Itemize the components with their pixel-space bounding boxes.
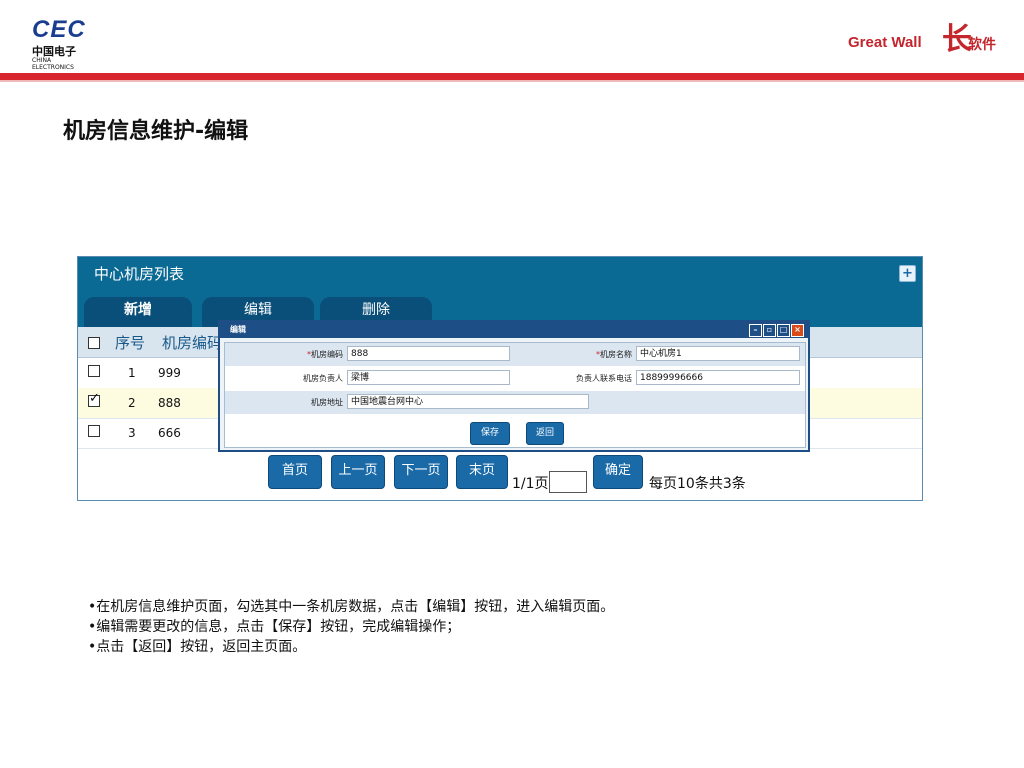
minimize-icon[interactable]: – <box>749 324 762 337</box>
cec-logo-en: CHINA ELECTRONICS <box>32 57 74 71</box>
row-code: 999 <box>158 366 181 380</box>
page-number-input[interactable] <box>549 471 587 493</box>
header-divider-shadow <box>0 80 1024 82</box>
dialog-title: 编辑 <box>230 325 246 334</box>
maximize-icon[interactable]: □ <box>777 324 790 337</box>
add-button[interactable]: 新增 <box>84 297 192 327</box>
manager-label: 机房负责人 <box>303 374 343 383</box>
page-info: 1/1页 <box>512 476 549 492</box>
row-checkbox[interactable] <box>88 365 100 377</box>
row-index: 3 <box>128 426 136 440</box>
code-field[interactable]: 888 <box>347 346 510 361</box>
code-label: *机房编码 <box>307 350 343 359</box>
row-code: 888 <box>158 396 181 410</box>
note-line: •在机房信息维护页面，勾选其中一条机房数据，点击【编辑】按钮，进入编辑页面。 <box>88 599 615 615</box>
form-row: 机房地址 中国地震台网中心 <box>225 391 805 414</box>
instruction-notes: •在机房信息维护页面，勾选其中一条机房数据，点击【编辑】按钮，进入编辑页面。 •… <box>88 597 614 657</box>
name-field[interactable]: 中心机房1 <box>636 346 800 361</box>
expand-icon[interactable]: + <box>899 265 916 282</box>
row-index: 2 <box>128 396 136 410</box>
back-button[interactable]: 返回 <box>526 422 564 445</box>
form-row: 机房负责人 梁博 负责人联系电话 18899996666 <box>225 367 805 390</box>
first-page-button[interactable]: 首页 <box>268 455 322 489</box>
edit-dialog: 编辑 – ▫ □ × *机房编码 888 *机房名称 中心机房1 机房负责人 梁… <box>218 320 810 452</box>
save-button[interactable]: 保存 <box>470 422 510 445</box>
next-page-button[interactable]: 下一页 <box>394 455 448 489</box>
header-divider <box>0 73 1024 80</box>
dialog-form: *机房编码 888 *机房名称 中心机房1 机房负责人 梁博 负责人联系电话 1… <box>224 342 806 448</box>
select-all-checkbox[interactable] <box>88 337 100 349</box>
column-header-index: 序号 <box>115 334 146 352</box>
column-header-code: 机房编码 <box>162 334 223 352</box>
name-label: *机房名称 <box>596 350 632 359</box>
row-checkbox-checked[interactable]: ✓ <box>88 391 100 407</box>
cec-logo-text: CEC <box>32 16 86 43</box>
manager-field[interactable]: 梁博 <box>347 370 510 385</box>
page-summary: 每页10条共3条 <box>649 476 746 492</box>
confirm-button[interactable]: 确定 <box>593 455 643 489</box>
great-wall-logo-text: Great Wall <box>848 34 922 51</box>
row-code: 666 <box>158 426 181 440</box>
restore-icon[interactable]: ▫ <box>763 324 776 337</box>
address-label: 机房地址 <box>311 398 343 407</box>
slide-title: 机房信息维护-编辑 <box>63 119 249 144</box>
row-index: 1 <box>128 366 136 380</box>
note-line: •点击【返回】按钮，返回主页面。 <box>88 639 307 655</box>
close-icon[interactable]: × <box>791 324 804 337</box>
prev-page-button[interactable]: 上一页 <box>331 455 385 489</box>
row-checkbox[interactable] <box>88 425 100 437</box>
last-page-button[interactable]: 末页 <box>456 455 508 489</box>
cec-logo: CEC 中国电子 CHINA ELECTRONICS <box>32 16 92 71</box>
panel-title: 中心机房列表 <box>94 265 185 283</box>
phone-field[interactable]: 18899996666 <box>636 370 800 385</box>
dialog-titlebar: 编辑 – ▫ □ × <box>220 322 808 338</box>
great-wall-logo: Great Wall 长 软件 <box>848 12 1008 68</box>
panel-header: 中心机房列表 + <box>78 257 922 291</box>
address-field[interactable]: 中国地震台网中心 <box>347 394 589 409</box>
great-wall-logo-sub: 软件 <box>968 37 996 53</box>
form-row: *机房编码 888 *机房名称 中心机房1 <box>225 343 805 366</box>
phone-label: 负责人联系电话 <box>576 374 632 383</box>
check-icon: ✓ <box>89 391 100 406</box>
note-line: •编辑需要更改的信息，点击【保存】按钮，完成编辑操作； <box>88 619 461 635</box>
